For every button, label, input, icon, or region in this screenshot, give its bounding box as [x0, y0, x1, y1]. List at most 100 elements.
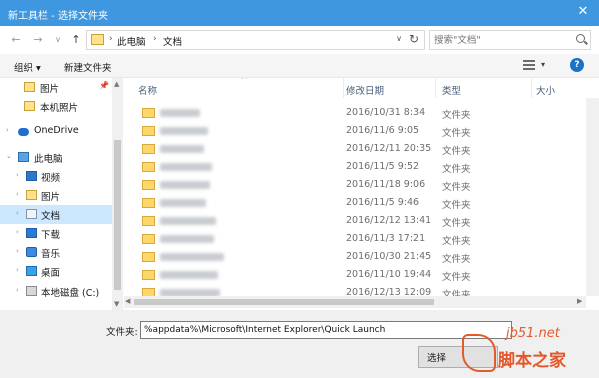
sidebar-item-documents[interactable]: › 文档 [0, 205, 112, 224]
search-box[interactable] [429, 30, 591, 50]
scrollbar-thumb[interactable] [114, 140, 121, 290]
sidebar-item-local-disk-c[interactable]: › 本地磁盘 (C:) [0, 282, 112, 301]
forward-button[interactable]: → [30, 32, 46, 48]
column-header-label: 大小 [536, 86, 556, 97]
close-button[interactable]: ✕ [573, 3, 593, 21]
file-row[interactable]: 2016/11/3 17:21 文件夹 [124, 230, 586, 248]
address-dropdown-icon[interactable]: ∨ [396, 34, 402, 43]
expand-chevron-icon[interactable]: › [16, 209, 19, 217]
blurred-filename [160, 235, 214, 243]
sidebar-item-onedrive[interactable]: › OneDrive [0, 122, 112, 141]
file-type: 文件夹 [442, 200, 471, 211]
music-icon [26, 247, 37, 257]
organize-button[interactable]: 组织 ▾ [14, 60, 41, 74]
scrollbar-thumb[interactable] [134, 299, 434, 305]
file-date: 2016/11/10 19:44 [346, 269, 432, 280]
column-header-label: 类型 [442, 86, 462, 97]
expand-chevron-icon[interactable]: › [16, 286, 19, 294]
view-dropdown-icon[interactable]: ▾ [541, 60, 545, 69]
blurred-filename [160, 127, 208, 135]
sidebar-item-music[interactable]: › 音乐 [0, 243, 112, 262]
column-header-date[interactable]: 修改日期 [340, 78, 436, 98]
refresh-icon[interactable]: ↻ [409, 32, 419, 46]
breadcrumb-documents[interactable]: 文档 [163, 34, 182, 48]
file-date: 2016/10/31 8:34 [346, 107, 426, 118]
sidebar-item-label: 文档 [41, 211, 61, 222]
sidebar-item-label: 桌面 [41, 268, 61, 279]
expand-chevron-icon[interactable]: › [16, 190, 19, 198]
folder-icon [142, 108, 155, 118]
file-type: 文件夹 [442, 182, 471, 193]
file-date: 2016/11/6 9:05 [346, 125, 420, 136]
pin-icon[interactable]: 📌 [99, 81, 109, 90]
sidebar-item-label: OneDrive [34, 125, 79, 136]
computer-icon [18, 152, 29, 162]
up-button[interactable]: ↑ [68, 32, 84, 48]
disk-icon [26, 286, 37, 296]
folder-icon [24, 101, 35, 111]
pictures-folder-icon [24, 82, 35, 92]
view-options-icon[interactable] [523, 60, 535, 70]
file-date: 2016/11/3 17:21 [346, 233, 426, 244]
sidebar-item-pictures[interactable]: › 图片 [0, 186, 112, 205]
help-icon[interactable]: ? [570, 58, 584, 72]
folder-icon [142, 198, 155, 208]
scroll-down-icon[interactable]: ▼ [114, 300, 119, 308]
watermark-logo-icon [462, 334, 496, 372]
back-button[interactable]: ← [8, 32, 24, 48]
address-bar[interactable]: › 此电脑 › 文档 ∨ ↻ [86, 30, 425, 50]
scroll-right-icon[interactable]: ▶ [577, 297, 582, 305]
file-row[interactable]: 2016/10/31 8:34 文件夹 [124, 104, 586, 122]
file-type: 文件夹 [442, 218, 471, 229]
file-row[interactable]: 2016/10/30 21:45 文件夹 [124, 248, 586, 266]
folder-icon [91, 34, 104, 45]
blurred-filename [160, 253, 224, 261]
file-row[interactable]: 2016/11/5 9:46 文件夹 [124, 194, 586, 212]
breadcrumb-separator: › [109, 34, 113, 44]
horizontal-scrollbar[interactable]: ◀ ▶ [124, 296, 586, 308]
breadcrumb-separator: › [153, 34, 157, 44]
file-row[interactable]: 2016/11/18 9:06 文件夹 [124, 176, 586, 194]
file-row[interactable]: 2016/12/12 13:41 文件夹 [124, 212, 586, 230]
sidebar-item-desktop[interactable]: › 桌面 [0, 262, 112, 281]
expand-chevron-icon[interactable]: › [16, 171, 19, 179]
file-row[interactable]: 2016/12/11 20:35 文件夹 [124, 140, 586, 158]
file-list-vertical-scrollbar[interactable] [586, 98, 599, 296]
sidebar-item-this-pc[interactable]: ⌄ 此电脑 [0, 148, 112, 167]
search-icon[interactable] [576, 34, 585, 43]
expand-chevron-icon[interactable]: › [6, 126, 9, 134]
folder-icon [142, 162, 155, 172]
file-row[interactable]: 2016/11/5 9:52 文件夹 [124, 158, 586, 176]
breadcrumb-this-pc[interactable]: 此电脑 [117, 34, 146, 48]
blurred-filename [160, 145, 204, 153]
recent-locations-button[interactable]: ∨ [50, 32, 66, 48]
sidebar-item-videos[interactable]: › 视频 [0, 167, 112, 186]
column-header-type[interactable]: 类型 [436, 78, 532, 98]
file-date: 2016/11/5 9:52 [346, 161, 420, 172]
file-row[interactable]: 2016/11/10 19:44 文件夹 [124, 266, 586, 284]
expanded-chevron-icon[interactable]: ⌄ [6, 152, 12, 160]
column-header-name[interactable]: 名称 ^ [132, 78, 344, 98]
navigation-scrollbar[interactable]: ▲ ▼ [112, 78, 123, 310]
scroll-left-icon[interactable]: ◀ [125, 297, 130, 305]
command-bar: 组织 ▾ 新建文件夹 ▾ ? [0, 54, 599, 78]
new-folder-button[interactable]: 新建文件夹 [64, 60, 112, 74]
file-date: 2016/11/5 9:46 [346, 197, 420, 208]
file-type: 文件夹 [442, 110, 471, 121]
folder-icon [142, 144, 155, 154]
sidebar-item-local-photos[interactable]: 本机照片 [0, 97, 112, 116]
search-input[interactable] [434, 33, 572, 47]
scroll-up-icon[interactable]: ▲ [114, 80, 119, 88]
folder-path-input[interactable] [140, 321, 512, 339]
expand-chevron-icon[interactable]: › [16, 266, 19, 274]
sidebar-item-downloads[interactable]: › 下载 [0, 224, 112, 243]
expand-chevron-icon[interactable]: › [16, 228, 19, 236]
column-header-size[interactable]: 大小 [530, 78, 590, 98]
navigation-pane: 图片 📌 本机照片 › OneDrive ⌄ 此电脑 › 视频 › 图片 › 文… [0, 78, 124, 310]
sidebar-item-pictures-quick[interactable]: 图片 📌 [0, 78, 112, 97]
watermark-site-name: 脚本之家 [498, 351, 566, 371]
folder-icon [142, 180, 155, 190]
expand-chevron-icon[interactable]: › [16, 247, 19, 255]
file-row[interactable]: 2016/11/6 9:05 文件夹 [124, 122, 586, 140]
blurred-filename [160, 271, 218, 279]
